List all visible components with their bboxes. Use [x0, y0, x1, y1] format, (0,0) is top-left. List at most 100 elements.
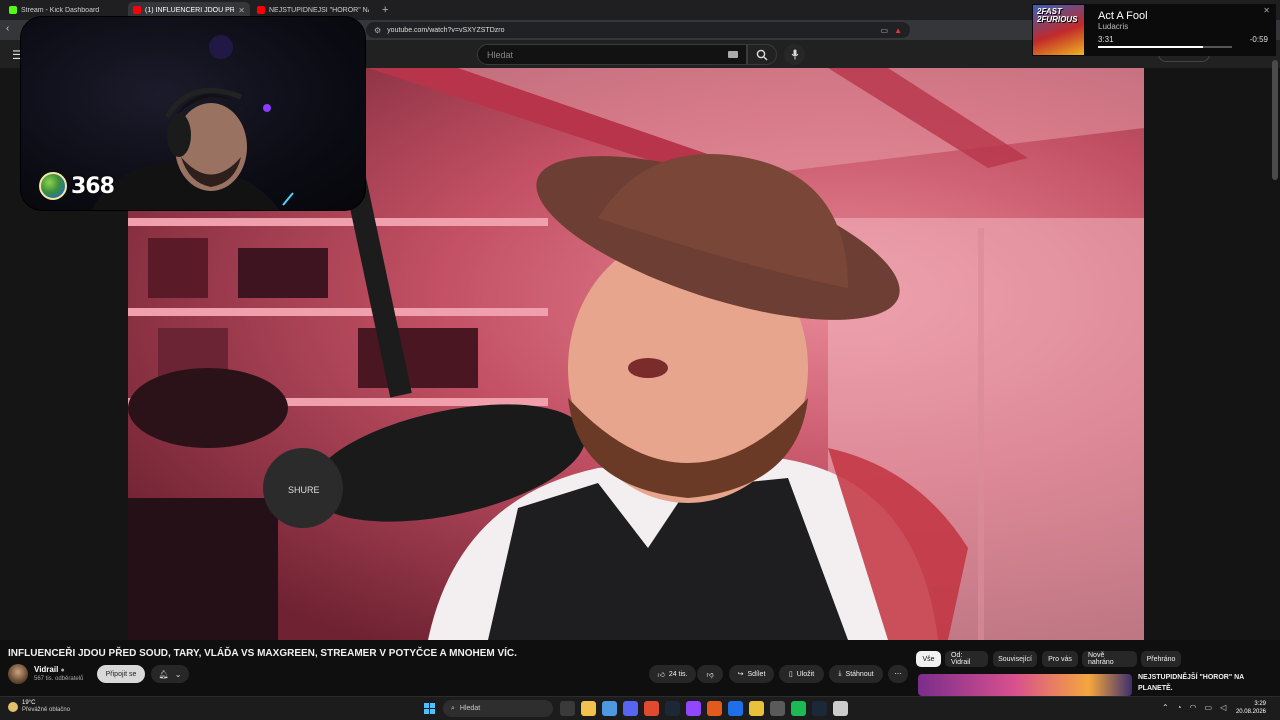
tab-title: (1) INFLUENCEŘI JDOU PŘED — [145, 6, 235, 14]
wifi-icon[interactable]: ◠ — [1190, 703, 1197, 712]
chip-for-you[interactable]: Pro vás — [1042, 651, 1078, 667]
tab-title: Stream - Kick Dashboard — [21, 6, 100, 14]
taskbar-app-icon[interactable] — [707, 701, 722, 716]
like-count: 24 tis. — [668, 670, 688, 678]
save-label: Uložit — [796, 670, 815, 678]
chip-from-channel[interactable]: Od: Vidrail — [945, 651, 988, 667]
taskbar-app-icon[interactable] — [623, 701, 638, 716]
keyboard-icon[interactable] — [728, 51, 738, 58]
track-elapsed: 3:31 — [1098, 35, 1114, 44]
channel-name[interactable]: Vidrail ● — [34, 665, 65, 674]
tray-chevron-icon[interactable]: ⌃ — [1162, 703, 1169, 712]
weather-temperature: 19°C — [22, 700, 36, 706]
like-button[interactable]: 👍︎ 24 tis. — [649, 665, 696, 683]
search-input[interactable]: Hledat — [477, 44, 747, 65]
windows-start-icon[interactable] — [424, 703, 435, 714]
taskbar-clock[interactable]: 3:29 20.08.2026 — [1226, 700, 1266, 716]
weather-icon — [8, 702, 18, 712]
taskbar-apps — [560, 701, 848, 716]
svg-text:SHURE: SHURE — [288, 485, 320, 495]
track-progress-bar — [1098, 46, 1232, 48]
search-icon: ⌕ — [451, 704, 455, 712]
page-background-right — [1144, 68, 1280, 640]
thumbs-up-icon: 👍︎ — [657, 671, 665, 679]
taskbar-app-icon[interactable] — [791, 701, 806, 716]
close-icon[interactable]: ✕ — [1263, 6, 1270, 15]
share-icon: ↪ — [737, 671, 744, 678]
download-label: Stáhnout — [845, 670, 874, 678]
system-tray: ⌃ ◔ ◠ ▭ ◁ — [1162, 703, 1226, 712]
clock-date: 20.08.2026 — [1235, 709, 1266, 715]
taskbar-app-icon[interactable] — [728, 701, 743, 716]
more-actions-button[interactable]: ⋯ — [888, 665, 908, 683]
viewer-count: 368 — [71, 173, 115, 199]
tab-title: NEJSTUPIDNĚJŠÍ "HOROR" NA PLANE — [269, 6, 369, 14]
chip-all[interactable]: Vše — [916, 651, 941, 667]
chip-watched[interactable]: Přehráno — [1141, 651, 1181, 667]
taskbar-app-icon[interactable] — [812, 701, 827, 716]
site-info-icon[interactable]: ⚙ — [374, 26, 381, 35]
chip-related[interactable]: Související — [993, 651, 1037, 667]
track-artist: Ludacris — [1098, 22, 1129, 31]
taskbar-app-icon[interactable] — [581, 701, 596, 716]
taskbar-app-icon[interactable] — [602, 701, 617, 716]
channel-subscribers: 567 tis. odběratelů — [34, 676, 84, 682]
dislike-button[interactable]: 👎︎ — [697, 665, 723, 683]
new-tab-button[interactable]: + — [376, 4, 394, 16]
taskbar-app-icon[interactable] — [665, 701, 680, 716]
track-remaining: -0:59 — [1249, 35, 1268, 44]
youtube-favicon-icon — [257, 6, 265, 14]
taskbar-app-icon[interactable] — [686, 701, 701, 716]
weather-description: Převážně oblačno — [22, 707, 71, 713]
battery-icon[interactable]: ▭ — [1205, 703, 1213, 712]
bell-icon: 🔔︎ — [158, 669, 169, 679]
recommended-thumbnail[interactable] — [918, 674, 1132, 696]
taskbar-app-icon[interactable] — [560, 701, 575, 716]
channel-avatar[interactable] — [8, 664, 28, 684]
notifications-button[interactable]: 🔔︎ ⌄ — [151, 665, 189, 683]
download-icon: ⤓ — [838, 670, 842, 677]
globe-icon — [39, 172, 67, 200]
video-title: INFLUENCEŘI JDOU PŘED SOUD, TARY, VLÁĎA … — [8, 648, 517, 659]
recommended-title[interactable]: NEJSTUPIDNĚJŠÍ "HOROR" NA PLANETĚ. — [1138, 672, 1248, 694]
page-scrollbar[interactable] — [1272, 60, 1278, 180]
taskbar-app-icon[interactable] — [749, 701, 764, 716]
taskbar-app-icon[interactable] — [770, 701, 785, 716]
save-button[interactable]: ▯ Uložit — [779, 665, 824, 683]
cast-icon[interactable]: ▭ — [881, 26, 889, 35]
share-label: Sdílet — [747, 670, 766, 678]
search-button[interactable] — [747, 44, 777, 65]
weather-widget[interactable]: 19°C Převážně oblačno — [8, 700, 70, 714]
microphone-icon — [791, 49, 798, 60]
video-info-area: INFLUENCEŘI JDOU PŘED SOUD, TARY, VLÁĎA … — [0, 640, 1280, 696]
track-title: Act A Fool — [1098, 10, 1148, 22]
chevron-down-icon: ⌄ — [174, 669, 182, 679]
voice-search-button[interactable] — [784, 44, 805, 65]
taskbar-app-icon[interactable] — [833, 701, 848, 716]
album-art-text: 2FAST 2FURIOUS — [1037, 7, 1078, 24]
join-button[interactable]: Připojit se — [97, 665, 145, 683]
search-icon — [756, 49, 768, 60]
search-placeholder: Hledat — [487, 49, 514, 60]
url-text: youtube.com/watch?v=vSXYZSTDzro — [387, 26, 505, 34]
more-icon: ⋯ — [894, 671, 902, 678]
clock-time: 3:29 — [1254, 701, 1266, 707]
taskbar-app-icon[interactable] — [644, 701, 659, 716]
share-button[interactable]: ↪ Sdílet — [729, 665, 774, 683]
extension-icon[interactable]: ▲ — [894, 26, 902, 35]
album-art: 2FAST 2FURIOUS — [1033, 5, 1084, 55]
windows-taskbar: 19°C Převážně oblačno ⌕ Hledat ⌃ ◔ ◠ ▭ ◁… — [0, 696, 1280, 720]
address-bar[interactable]: ⚙ youtube.com/watch?v=vSXYZSTDzro ▭ ▲ — [366, 22, 910, 38]
track-progress-fill — [1098, 46, 1203, 48]
network-icon[interactable]: ◔ — [1177, 703, 1182, 712]
taskbar-search[interactable]: ⌕ Hledat — [443, 700, 553, 717]
channel-name-text: Vidrail — [34, 665, 59, 674]
tab-close-icon[interactable]: ✕ — [238, 6, 245, 15]
youtube-favicon-icon — [133, 6, 141, 14]
chip-recently-uploaded[interactable]: Nově nahráno — [1082, 651, 1137, 667]
now-playing-widget: 2FAST 2FURIOUS Act A Fool Ludacris 3:31 … — [1032, 4, 1276, 56]
back-arrow-icon[interactable]: ‹ — [6, 23, 9, 34]
download-button[interactable]: ⤓ Stáhnout — [829, 665, 883, 683]
thumbs-down-icon: 👎︎ — [706, 671, 714, 679]
webcam-overlay: 368 — [20, 16, 366, 211]
